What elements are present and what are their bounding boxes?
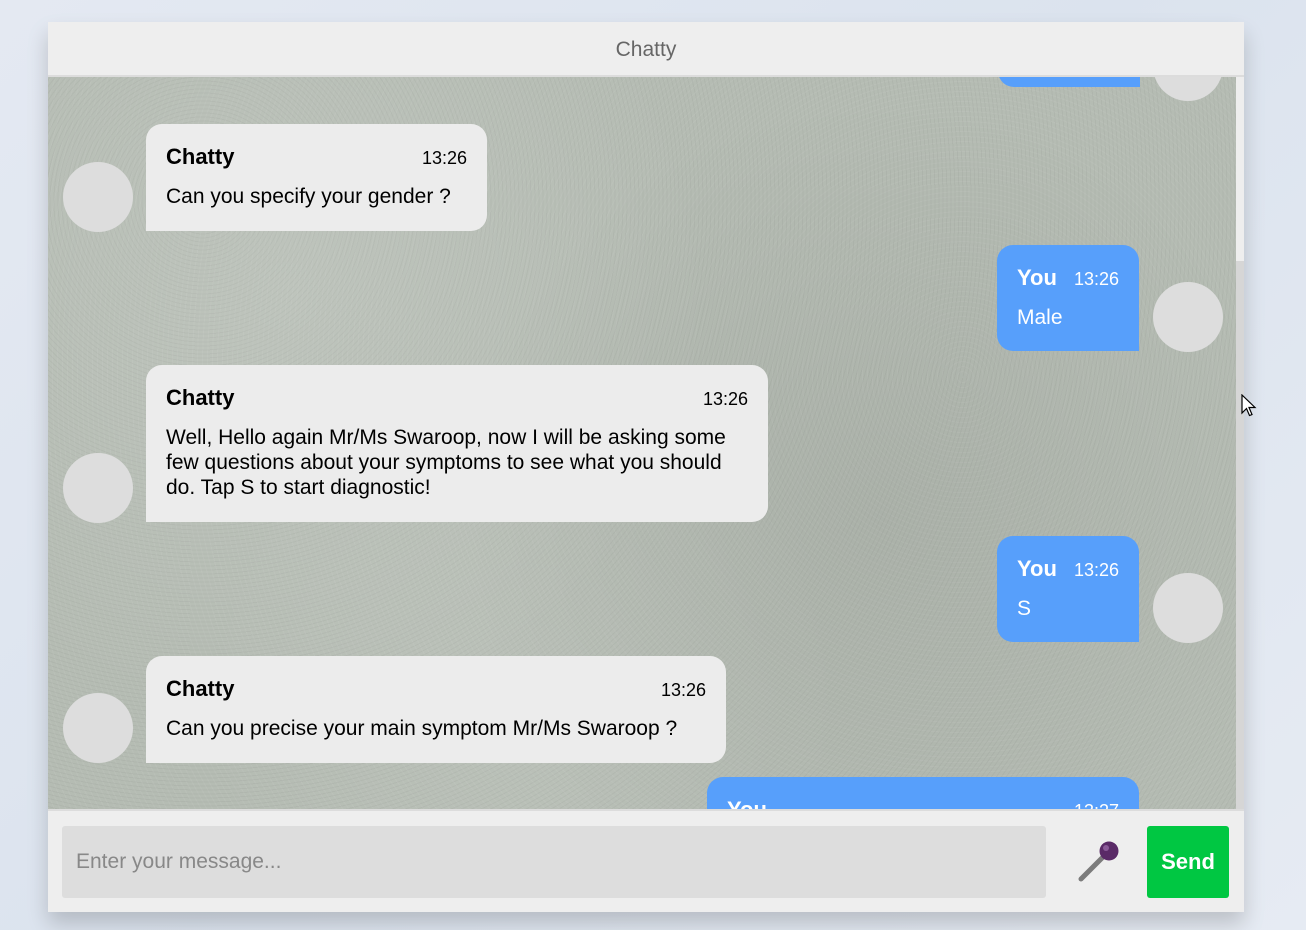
- message-bubble-bot: Chatty 13:26 Well, Hello again Mr/Ms Swa…: [146, 365, 768, 522]
- message-time: 13:26: [660, 680, 706, 700]
- user-avatar: [1153, 282, 1223, 352]
- composer-bar: Send: [48, 809, 1244, 912]
- chat-title: Chatty: [615, 38, 677, 61]
- scrollbar-thumb[interactable]: [1236, 261, 1244, 809]
- message-sender: Chatty: [166, 144, 235, 169]
- microphone-icon: [1078, 841, 1119, 882]
- message-text: Well, Hello again Mr/Ms Swaroop, now I w…: [166, 426, 726, 499]
- microphone-button[interactable]: [1073, 839, 1129, 885]
- message-sender: You: [1017, 556, 1057, 581]
- message-text: Can you precise your main symptom Mr/Ms …: [166, 717, 678, 740]
- message-input[interactable]: [62, 826, 1046, 898]
- bot-avatar: [63, 453, 133, 523]
- message-bubble-user: You 13:27: [707, 777, 1139, 809]
- message-text: Male: [1017, 306, 1063, 329]
- message-sender: Chatty: [166, 676, 235, 701]
- message-time: 13:27: [1074, 801, 1119, 809]
- message-bubble-user: You 13:26 S: [997, 536, 1139, 642]
- message-time: 13:26: [702, 389, 748, 409]
- message-sender: Chatty: [166, 385, 235, 410]
- mouse-cursor-icon: [1241, 394, 1257, 417]
- bot-avatar: [63, 162, 133, 232]
- message-text: S: [1017, 597, 1032, 620]
- bot-avatar: [63, 693, 133, 763]
- user-avatar: [1153, 573, 1223, 643]
- message-bubble-bot: Chatty 13:26 Can you precise your main s…: [146, 656, 726, 763]
- message-sender: You: [727, 797, 767, 809]
- user-avatar-partial: [1153, 77, 1223, 101]
- message-time: 13:26: [1073, 560, 1119, 580]
- message-time: 13:26: [1073, 269, 1119, 289]
- chat-scrollbar[interactable]: [1236, 77, 1244, 809]
- message-bubble-user: You 13:26 Male: [997, 245, 1139, 351]
- chat-header: Chatty: [48, 22, 1244, 77]
- message-bubble-partial: [998, 77, 1140, 87]
- message-sender: You: [1017, 265, 1057, 290]
- message-text: Can you specify your gender ?: [166, 185, 451, 208]
- message-list[interactable]: Chatty 13:26 Can you specify your gender…: [48, 77, 1236, 809]
- message-time: 13:26: [421, 148, 467, 168]
- chat-window: Chatty Chatty 13:26 Can you specify your…: [48, 22, 1244, 912]
- message-bubble-bot: Chatty 13:26 Can you specify your gender…: [146, 124, 487, 231]
- send-button[interactable]: Send: [1147, 826, 1229, 898]
